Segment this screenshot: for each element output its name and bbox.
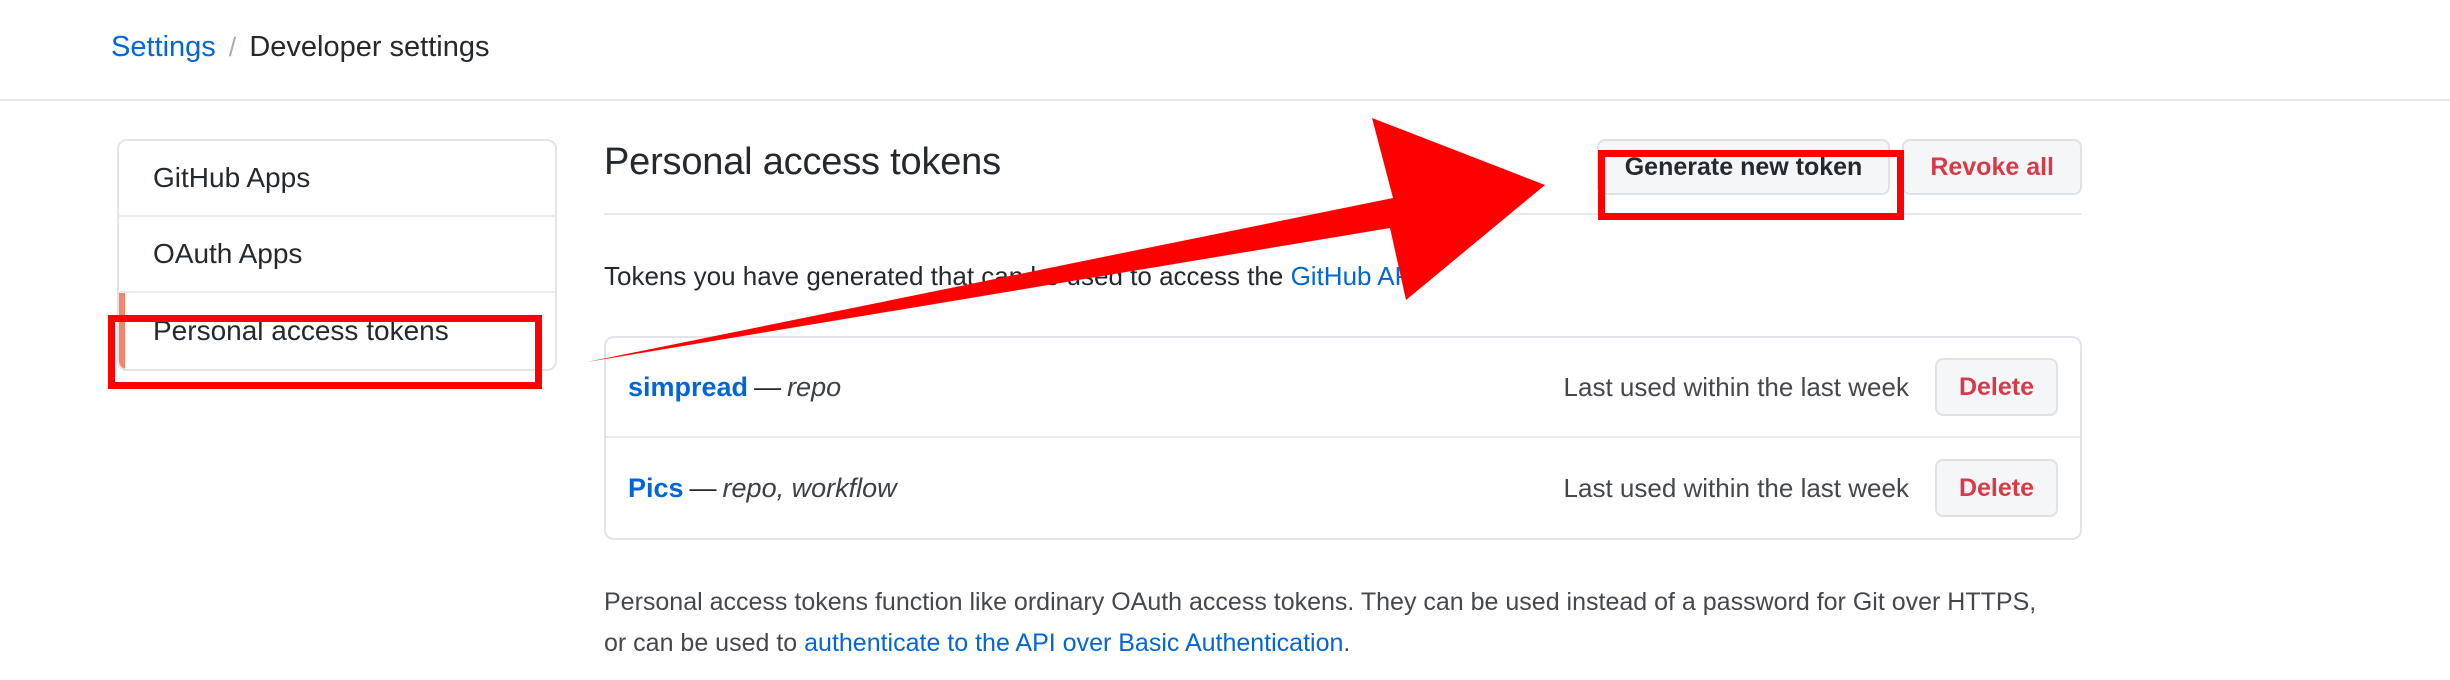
sidebar-item-label: GitHub Apps [153,162,311,193]
tokens-footnote-suffix: . [1343,628,1351,657]
token-name-link[interactable]: simpread [628,372,748,402]
token-name-link[interactable]: Pics [628,473,684,503]
token-info: simpread — repo [628,372,1564,403]
tokens-footnote: Personal access tokens function like ord… [604,582,2064,663]
revoke-all-button[interactable]: Revoke all [1902,139,2082,195]
title-row: Personal access tokens Generate new toke… [604,139,2082,215]
token-info: Pics — repo, workflow [628,473,1564,504]
basic-authentication-link[interactable]: authenticate to the API over Basic Authe… [804,629,1343,657]
sidebar-item-label: OAuth Apps [153,238,303,269]
delete-token-button[interactable]: Delete [1934,459,2058,517]
sidebar-item-github-apps[interactable]: GitHub Apps [119,141,555,217]
settings-sidebar: GitHub Apps OAuth Apps Personal access t… [117,139,557,371]
sidebar-item-oauth-apps[interactable]: OAuth Apps [119,217,555,293]
breadcrumb: Settings / Developer settings [111,30,490,65]
token-dash: — [689,472,717,503]
sidebar-item-label: Personal access tokens [153,315,449,346]
github-api-link[interactable]: GitHub API [1291,261,1420,291]
sidebar-item-personal-access-tokens[interactable]: Personal access tokens [119,293,555,369]
token-list: simpread — repo Last used within the last … [604,336,2082,540]
tokens-description-suffix: . [1419,261,1427,291]
breadcrumb-current-developer-settings: Developer settings [249,31,490,63]
breadcrumb-separator: / [228,32,237,62]
delete-token-button[interactable]: Delete [1934,358,2058,416]
table-row: simpread — repo Last used within the last … [606,338,2080,438]
table-row: Pics — repo, workflow Last used within the… [606,438,2080,538]
page-title: Personal access tokens [604,141,1001,183]
title-actions: Generate new token Revoke all [1596,139,2082,195]
token-scopes: repo, workflow [722,472,897,503]
tokens-description: Tokens you have generated that can be us… [604,257,2082,296]
token-scopes: repo [787,371,842,402]
tokens-description-prefix: Tokens you have generated that can be us… [604,261,1291,291]
token-last-used: Last used within the last week [1563,472,1909,503]
page-root: Settings / Developer settings GitHub App… [0,0,2450,680]
main-content: Personal access tokens Generate new toke… [604,139,2082,663]
breadcrumb-link-settings[interactable]: Settings [111,30,216,65]
generate-new-token-button[interactable]: Generate new token [1596,139,1891,195]
page-header: Settings / Developer settings [0,0,2450,101]
token-dash: — [754,371,782,402]
token-last-used: Last used within the last week [1563,371,1909,402]
